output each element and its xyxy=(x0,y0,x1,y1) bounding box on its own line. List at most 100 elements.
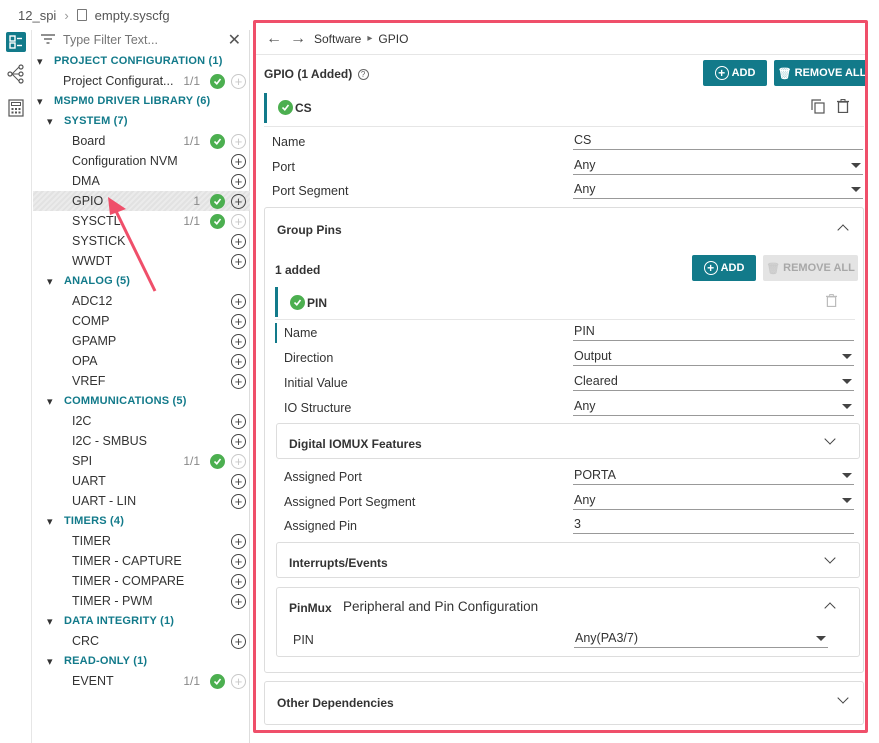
instance-cs[interactable]: CS xyxy=(278,100,312,115)
field-select[interactable]: Any xyxy=(573,181,863,199)
tree-item[interactable]: UART + xyxy=(33,471,250,491)
add-module-icon[interactable]: + xyxy=(231,553,246,569)
add-module-icon[interactable]: + xyxy=(231,413,246,429)
add-module-icon[interactable]: + xyxy=(231,433,246,449)
field-label: IO Structure xyxy=(284,401,352,415)
tree-item[interactable]: SPI 1/1 + xyxy=(33,451,250,471)
tree-category[interactable]: ▾ READ-ONLY (1) xyxy=(33,651,250,671)
add-module-icon[interactable]: + xyxy=(231,373,246,389)
add-gpio-button[interactable]: + ADD xyxy=(703,60,767,86)
calculator-icon[interactable] xyxy=(6,98,26,118)
chevron-down-icon[interactable]: ▾ xyxy=(47,275,53,288)
field-select[interactable]: Cleared xyxy=(573,373,854,391)
field-input[interactable]: 3 xyxy=(573,516,854,534)
field-select[interactable]: Output xyxy=(573,348,854,366)
tree-item[interactable]: OPA + xyxy=(33,351,250,371)
filter-icon[interactable] xyxy=(41,33,55,47)
chevron-down-icon[interactable]: ▾ xyxy=(47,655,53,668)
tree-item[interactable]: TIMER + xyxy=(33,531,250,551)
file-name[interactable]: empty.syscfg xyxy=(95,8,170,23)
chevron-down-icon[interactable]: ▾ xyxy=(47,515,53,528)
tree-item[interactable]: TIMER - PWM + xyxy=(33,591,250,611)
tree-item[interactable]: TIMER - CAPTURE + xyxy=(33,551,250,571)
tree-item[interactable]: TIMER - COMPARE + xyxy=(33,571,250,591)
add-module-icon[interactable]: + xyxy=(231,673,246,689)
tree-item[interactable]: UART - LIN + xyxy=(33,491,250,511)
tree-item[interactable]: CRC + xyxy=(33,631,250,651)
pinmux-title[interactable]: PinMux xyxy=(289,601,332,615)
tree-item[interactable]: COMP + xyxy=(33,311,250,331)
tree-category[interactable]: ▾ DATA INTEGRITY (1) xyxy=(33,611,250,631)
help-icon[interactable]: ? xyxy=(357,69,369,81)
add-module-icon[interactable]: + xyxy=(231,213,246,229)
forward-arrow-icon[interactable]: → xyxy=(290,30,306,48)
add-module-icon[interactable]: + xyxy=(231,153,246,169)
chevron-down-icon[interactable]: ▾ xyxy=(47,115,53,128)
field-select[interactable]: Any xyxy=(573,492,854,510)
tree-item[interactable]: Board 1/1 + xyxy=(33,131,250,151)
delete-icon[interactable] xyxy=(837,99,849,116)
add-module-icon[interactable]: + xyxy=(231,233,246,249)
pinmux-pin-value: Any(PA3/7) xyxy=(575,631,638,645)
filter-input[interactable] xyxy=(63,33,213,47)
add-module-icon[interactable]: + xyxy=(231,353,246,369)
field-select[interactable]: PORTA xyxy=(573,467,854,485)
project-name[interactable]: 12_spi xyxy=(18,8,56,23)
close-icon[interactable]: ✕ xyxy=(228,30,241,50)
tree-category[interactable]: ▾ PROJECT CONFIGURATION (1) xyxy=(33,51,250,71)
field-select[interactable]: Any xyxy=(573,398,854,416)
pin-instance[interactable]: PIN xyxy=(290,295,327,310)
tree-category[interactable]: ▾ TIMERS (4) xyxy=(33,511,250,531)
add-module-icon[interactable]: + xyxy=(231,473,246,489)
delete-pin-icon[interactable] xyxy=(826,294,837,310)
hierarchy-view-icon[interactable] xyxy=(6,64,26,84)
copy-icon[interactable] xyxy=(811,99,825,117)
other-deps-title[interactable]: Other Dependencies xyxy=(277,696,394,710)
add-module-icon[interactable]: + xyxy=(231,533,246,549)
crumb-software[interactable]: Software xyxy=(314,32,361,46)
add-module-icon[interactable]: + xyxy=(231,633,246,649)
add-module-icon[interactable]: + xyxy=(231,313,246,329)
group-pins-title[interactable]: Group Pins xyxy=(277,223,342,237)
chevron-down-icon[interactable]: ▾ xyxy=(47,395,53,408)
add-pin-button[interactable]: + ADD xyxy=(692,255,756,281)
remove-all-pins-button[interactable]: 🗑 REMOVE ALL xyxy=(763,255,858,281)
tree-item[interactable]: GPAMP + xyxy=(33,331,250,351)
tree-item[interactable]: EVENT 1/1 + xyxy=(33,671,250,691)
tree-item-label: TIMER - CAPTURE xyxy=(72,554,182,568)
add-module-icon[interactable]: + xyxy=(231,173,246,189)
tree-category[interactable]: ▾ SYSTEM (7) xyxy=(33,111,250,131)
chevron-down-icon[interactable]: ▾ xyxy=(37,95,43,108)
tree-item[interactable]: DMA + xyxy=(33,171,250,191)
tree-item-label: GPAMP xyxy=(72,334,117,348)
field-input[interactable]: PIN xyxy=(573,323,854,341)
check-icon xyxy=(210,73,225,89)
add-module-icon[interactable]: + xyxy=(231,493,246,509)
iomux-title[interactable]: Digital IOMUX Features xyxy=(289,437,422,451)
tree-item[interactable]: VREF + xyxy=(33,371,250,391)
add-module-icon[interactable]: + xyxy=(231,133,246,149)
add-module-icon[interactable]: + xyxy=(231,73,246,89)
tree-category[interactable]: ▾ COMMUNICATIONS (5) xyxy=(33,391,250,411)
add-module-icon[interactable]: + xyxy=(231,333,246,349)
add-module-icon[interactable]: + xyxy=(231,453,246,469)
tree-item[interactable]: Configuration NVM + xyxy=(33,151,250,171)
tree-item[interactable]: I2C + xyxy=(33,411,250,431)
tree-item[interactable]: I2C - SMBUS + xyxy=(33,431,250,451)
add-module-icon[interactable]: + xyxy=(231,573,246,589)
add-module-icon[interactable]: + xyxy=(231,193,246,209)
add-module-icon[interactable]: + xyxy=(231,293,246,309)
back-arrow-icon[interactable]: ← xyxy=(266,30,282,48)
chevron-down-icon[interactable]: ▾ xyxy=(37,55,43,68)
chevron-down-icon[interactable]: ▾ xyxy=(47,615,53,628)
add-module-icon[interactable]: + xyxy=(231,593,246,609)
remove-all-button[interactable]: 🗑 REMOVE ALL xyxy=(774,60,865,86)
pinmux-pin-select[interactable]: Any(PA3/7) xyxy=(574,630,828,648)
tree-category[interactable]: ▾ MSPM0 DRIVER LIBRARY (6) xyxy=(33,91,250,111)
interrupts-title[interactable]: Interrupts/Events xyxy=(289,556,388,570)
field-input[interactable]: CS xyxy=(573,132,863,150)
field-select[interactable]: Any xyxy=(573,157,863,175)
add-module-icon[interactable]: + xyxy=(231,253,246,269)
software-view-icon[interactable] xyxy=(6,32,26,52)
tree-item[interactable]: Project Configurat... 1/1 + xyxy=(33,71,250,91)
